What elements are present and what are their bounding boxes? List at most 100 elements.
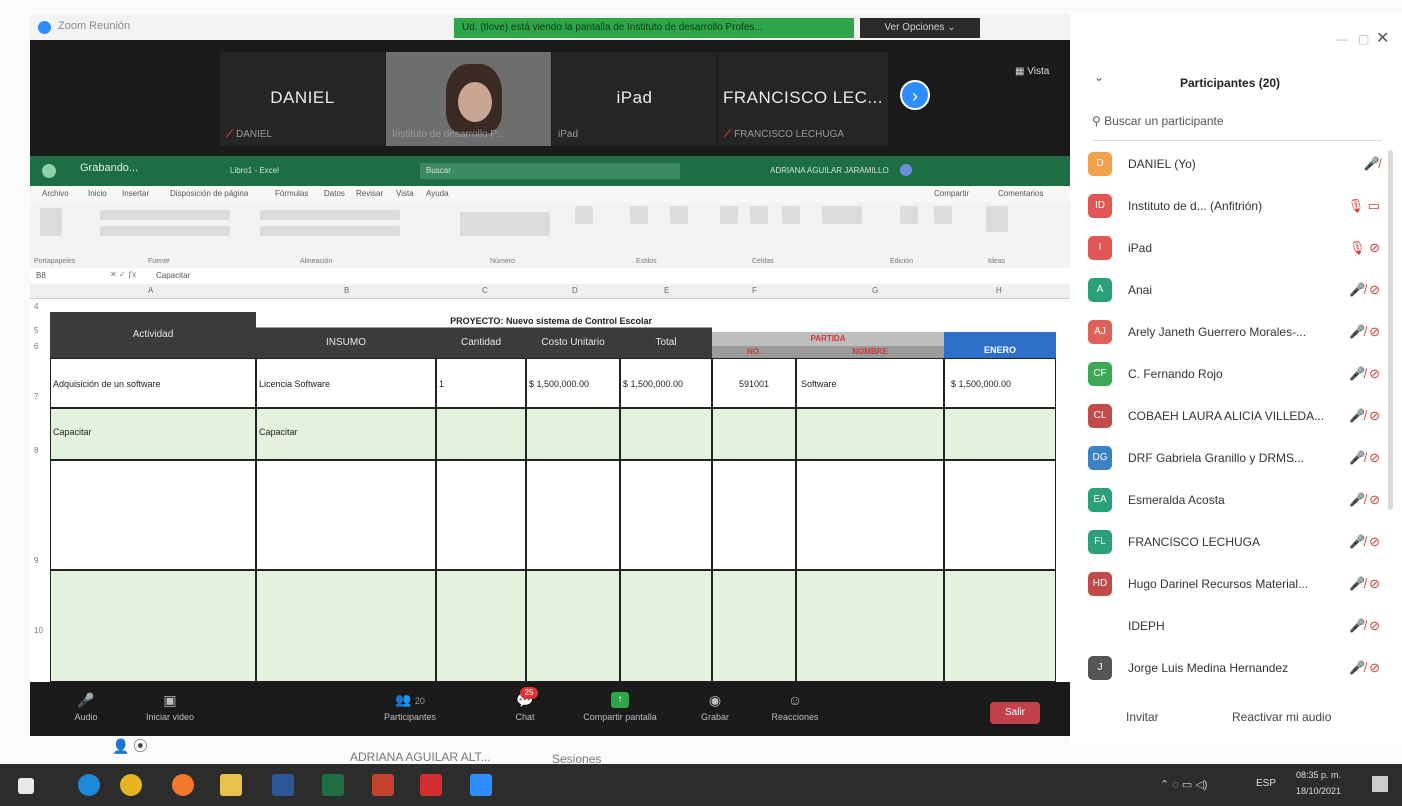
notification-icon[interactable] xyxy=(1372,776,1388,792)
autosum-icon[interactable] xyxy=(822,206,862,224)
cell-e7[interactable]: $ 1,500,000.00 xyxy=(620,358,712,408)
start-icon[interactable] xyxy=(18,778,34,794)
participant-status-icons[interactable]: 🎤̸ ⊘ xyxy=(1349,576,1380,592)
cell-b7[interactable]: Licencia Software xyxy=(256,358,436,408)
participant-row[interactable]: A Anai 🎤̸ ⊘ xyxy=(1086,272,1386,310)
invite-button[interactable]: Invitar xyxy=(1126,710,1159,724)
participant-status-icons[interactable]: 🎤̸ ⊘ xyxy=(1349,492,1380,508)
participant-row[interactable]: DG DRF Gabriela Granillo y DRMS... 🎤̸ ⊘ xyxy=(1086,440,1386,478)
cell-c8[interactable] xyxy=(436,408,526,460)
participant-row[interactable]: CL COBAEH LAURA ALICIA VILLEDA... 🎤̸ ⊘ xyxy=(1086,398,1386,436)
ideas-icon[interactable] xyxy=(986,206,1008,232)
firefox-icon[interactable] xyxy=(172,774,194,796)
record-button[interactable]: ◉ Grabar xyxy=(690,682,740,736)
menu-inicio[interactable]: Inicio xyxy=(88,189,107,198)
clock-time[interactable]: 08:35 p. m. xyxy=(1296,770,1341,780)
participant-row[interactable]: FL FRANCISCO LECHUGA 🎤̸ ⊘ xyxy=(1086,524,1386,562)
format-table-icon[interactable] xyxy=(630,206,648,224)
col-g[interactable]: G xyxy=(872,286,878,295)
participant-row[interactable]: AJ Arely Janeth Guerrero Morales-... 🎤̸ ⊘ xyxy=(1086,314,1386,352)
start-video-button[interactable]: ▣ Iniciar video xyxy=(130,682,210,736)
cell-h9[interactable] xyxy=(944,460,1056,570)
menu-ayuda[interactable]: Ayuda xyxy=(426,189,449,198)
col-h[interactable]: H xyxy=(996,286,1002,295)
leave-meeting-button[interactable]: Salir xyxy=(990,702,1040,724)
cell-c7[interactable]: 1 xyxy=(436,358,526,408)
col-c[interactable]: C xyxy=(482,286,488,295)
tray-icons[interactable]: ⌃ ◌ ▭ ◁) xyxy=(1160,778,1207,791)
cell-d9[interactable] xyxy=(526,460,620,570)
project-title[interactable]: PROYECTO: Nuevo sistema de Control Escol… xyxy=(256,316,712,328)
cell-e8[interactable] xyxy=(620,408,712,460)
word-icon[interactable] xyxy=(272,774,294,796)
cell-b10[interactable] xyxy=(256,570,436,682)
file-explorer-icon[interactable] xyxy=(220,774,242,796)
gallery-tile-francisco[interactable]: FRANCISCO LEC... ⟋ FRANCISCO LECHUGA xyxy=(718,52,888,146)
cell-h8[interactable] xyxy=(944,408,1056,460)
menu-datos[interactable]: Datos xyxy=(324,189,345,198)
next-page-arrow-icon[interactable]: › xyxy=(900,80,930,110)
header-costo-unitario[interactable]: Costo Unitario xyxy=(526,328,620,358)
menu-archivo[interactable]: Archivo xyxy=(42,189,69,198)
comments-button[interactable]: Comentarios xyxy=(998,189,1043,198)
participant-search[interactable]: ⚲ Buscar un participante xyxy=(1092,114,1382,141)
cell-e9[interactable] xyxy=(620,460,712,570)
participant-row[interactable]: EA Esmeralda Acosta 🎤̸ ⊘ xyxy=(1086,482,1386,520)
merge-row[interactable] xyxy=(260,226,400,236)
participant-row[interactable]: D DANIEL (Yo) 🎤̸ xyxy=(1086,146,1386,184)
header-partida[interactable]: PARTIDA xyxy=(712,332,944,346)
participant-status-icons[interactable]: 🎙 ⊘ xyxy=(1349,240,1380,256)
header-actividad[interactable]: Actividad xyxy=(50,312,256,358)
cell-f7[interactable]: 591001 xyxy=(712,358,796,408)
format-cells-icon[interactable] xyxy=(782,206,800,224)
header-total[interactable]: Total xyxy=(620,328,712,358)
participant-status-icons[interactable]: 🎤̸ ⊘ xyxy=(1349,282,1380,298)
powerpoint-icon[interactable] xyxy=(372,774,394,796)
participants-button[interactable]: 👥 20 Participantes xyxy=(370,682,450,736)
language-indicator[interactable]: ESP xyxy=(1256,778,1276,789)
header-nombre[interactable]: NOMBRE xyxy=(796,346,944,358)
cell-d10[interactable] xyxy=(526,570,620,682)
col-d[interactable]: D xyxy=(572,286,578,295)
view-options-button[interactable]: Ver Opciones ⌄ xyxy=(860,18,980,38)
participant-status-icons[interactable]: 🎤̸ ⊘ xyxy=(1349,618,1380,634)
menu-revisar[interactable]: Revisar xyxy=(356,189,383,198)
gallery-tile-host-video[interactable]: Instituto de desarrollo P... xyxy=(386,52,551,146)
audio-button[interactable]: 🎤 Audio xyxy=(56,682,116,736)
collapse-chevron-icon[interactable]: ⌄ xyxy=(1094,70,1104,84)
menu-vista[interactable]: Vista xyxy=(396,189,414,198)
header-no[interactable]: NO. xyxy=(712,346,796,358)
delete-cells-icon[interactable] xyxy=(750,206,768,224)
gallery-tile-ipad[interactable]: iPad iPad xyxy=(552,52,717,146)
paste-icon[interactable] xyxy=(40,208,62,236)
insert-cells-icon[interactable] xyxy=(720,206,738,224)
cell-styles-icon[interactable] xyxy=(670,206,688,224)
participant-row[interactable]: HD Hugo Darinel Recursos Material... 🎤̸ ⊘ xyxy=(1086,566,1386,604)
cell-a10[interactable] xyxy=(50,570,256,682)
cell-f10[interactable] xyxy=(712,570,796,682)
cell-g8[interactable] xyxy=(796,408,944,460)
participant-row[interactable]: IDEPH 🎤̸ ⊘ xyxy=(1086,608,1386,646)
clock-date[interactable]: 18/10/2021 xyxy=(1296,786,1341,796)
sort-filter-icon[interactable] xyxy=(900,206,918,224)
cell-e10[interactable] xyxy=(620,570,712,682)
participant-status-icons[interactable]: 🎤̸ ⊘ xyxy=(1349,660,1380,676)
col-b[interactable]: B xyxy=(344,286,349,295)
cell-g7[interactable]: Software xyxy=(796,358,944,408)
col-f[interactable]: F xyxy=(752,286,757,295)
edge-icon[interactable] xyxy=(78,774,100,796)
formula-input[interactable]: Capacitar xyxy=(156,271,190,280)
participant-status-icons[interactable]: 🎤̸ ⊘ xyxy=(1349,408,1380,424)
cell-h7[interactable]: $ 1,500,000.00 xyxy=(944,358,1056,408)
cell-a9[interactable] xyxy=(50,460,256,570)
participant-row[interactable]: J Jorge Luis Medina Hernandez 🎤̸ ⊘ xyxy=(1086,650,1386,688)
font-format-row[interactable] xyxy=(100,226,230,236)
share-button[interactable]: Compartir xyxy=(934,189,969,198)
conditional-format-icon[interactable] xyxy=(575,206,593,224)
participant-status-icons[interactable]: 🎙 ▭ xyxy=(1348,198,1380,214)
participant-status-icons[interactable]: 🎤̸ ⊘ xyxy=(1349,450,1380,466)
header-cantidad[interactable]: Cantidad xyxy=(436,328,526,358)
participant-row[interactable]: CF C. Fernando Rojo 🎤̸ ⊘ xyxy=(1086,356,1386,394)
gallery-tile-daniel[interactable]: DANIEL ⟋ DANIEL xyxy=(220,52,385,146)
cell-d8[interactable] xyxy=(526,408,620,460)
